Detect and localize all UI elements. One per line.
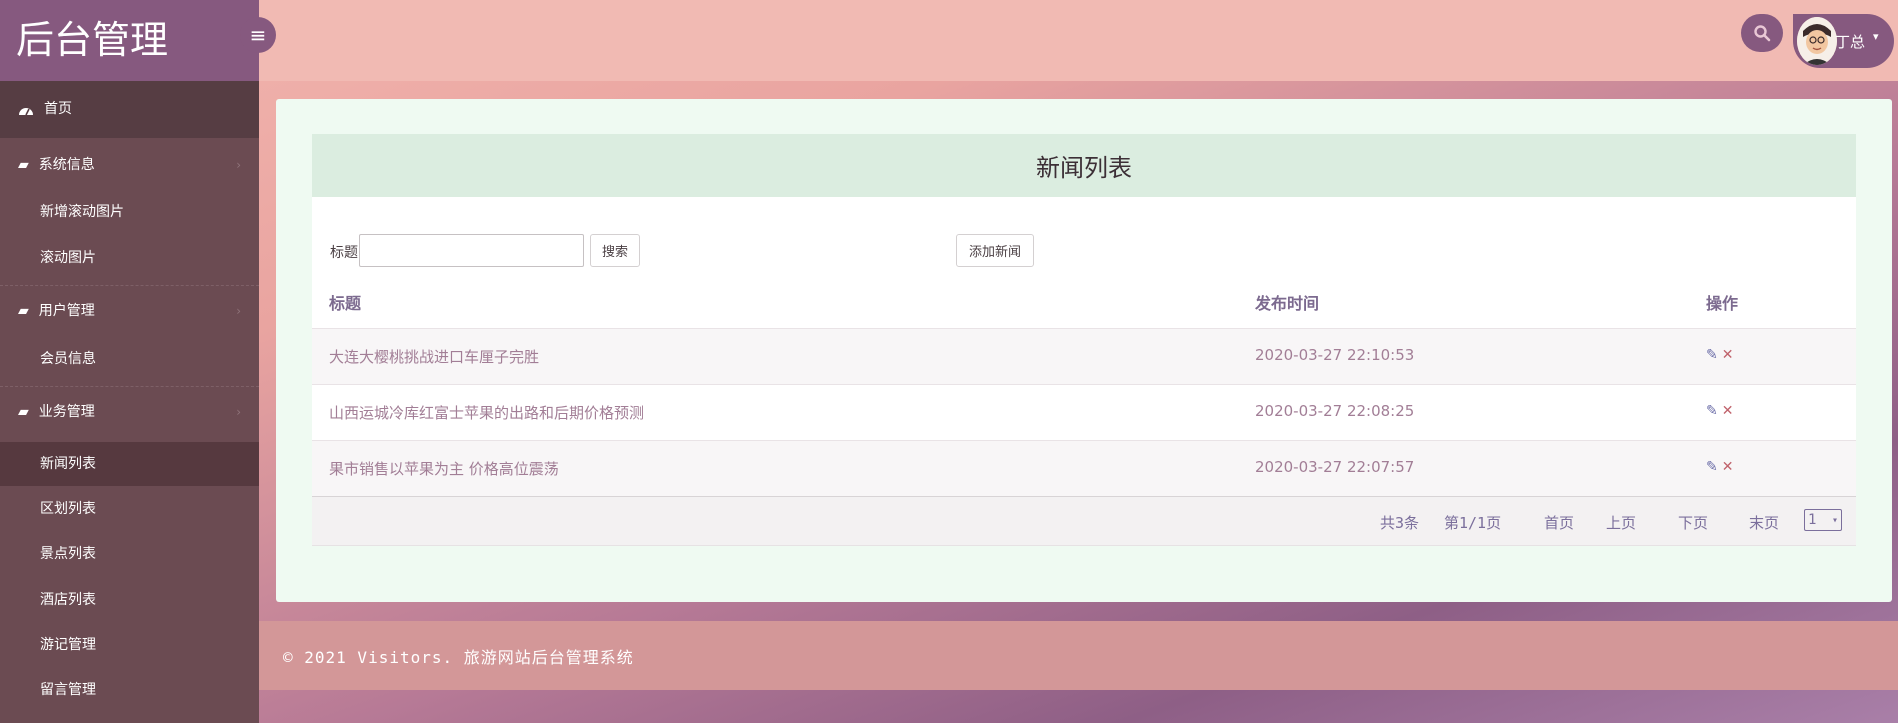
- pagination: 共3条 第1/1页 首页 上页 下页 末页 1 ▾: [312, 496, 1856, 546]
- row-actions: ✎ ✕: [1706, 403, 1733, 419]
- publish-time: 2020-03-27 22:08:25: [1255, 402, 1415, 420]
- sidebar: 首页 ▰ 系统信息 › 新增滚动图片 滚动图片 ▰ 用户管理 › 会员信息 ▰ …: [0, 81, 259, 723]
- sidebar-item-label: 会员信息: [40, 351, 96, 367]
- chevron-down-icon: ▾: [1831, 514, 1838, 526]
- pencil-icon[interactable]: ✎: [1706, 347, 1718, 363]
- sidebar-item-messages[interactable]: 留言管理: [0, 673, 259, 707]
- publish-time: 2020-03-27 22:10:53: [1255, 346, 1415, 364]
- book-icon: ▰: [18, 303, 29, 319]
- chevron-right-icon: ›: [236, 304, 241, 318]
- news-title-link[interactable]: 大连大樱桃挑战进口车厘子完胜: [329, 346, 539, 367]
- caret-down-icon: ▾: [1873, 30, 1879, 43]
- menu-icon: ≡: [249, 23, 267, 47]
- sidebar-item-label: 首页: [44, 101, 72, 117]
- delete-icon[interactable]: ✕: [1722, 459, 1734, 475]
- news-title-link[interactable]: 山西运城冷库红富士苹果的出路和后期价格预测: [329, 402, 644, 423]
- sidebar-group-label: 系统信息: [38, 157, 95, 173]
- row-actions: ✎ ✕: [1706, 459, 1733, 475]
- sidebar-item-home[interactable]: 首页: [0, 81, 259, 138]
- chevron-right-icon: ›: [236, 158, 241, 172]
- sidebar-group-users[interactable]: ▰ 用户管理 ›: [0, 291, 259, 331]
- sidebar-item-add-carousel[interactable]: 新增滚动图片: [0, 195, 259, 229]
- page-select[interactable]: 1 ▾: [1804, 509, 1842, 531]
- book-icon: ▰: [18, 404, 29, 420]
- dashboard-icon: [19, 107, 33, 115]
- search-toggle-button[interactable]: [1741, 14, 1783, 52]
- column-header-time: 发布时间: [1255, 294, 1320, 313]
- sidebar-group-label: 业务管理: [38, 404, 95, 420]
- chevron-right-icon: ›: [236, 405, 241, 419]
- sidebar-item-label: 区划列表: [40, 501, 96, 517]
- top-header: 后台管理 ≡ 丁总 ▾: [0, 0, 1898, 81]
- brand-title: 后台管理: [0, 0, 259, 81]
- sidebar-toggle-button[interactable]: ≡: [240, 17, 276, 53]
- sidebar-item-news-list[interactable]: 新闻列表: [0, 442, 259, 486]
- sidebar-item-attractions[interactable]: 景点列表: [0, 537, 259, 571]
- sidebar-item-label: 留言管理: [40, 682, 96, 698]
- news-panel: 新闻列表 标题: 搜索 添加新闻 标题 发布时间 操作 大连大樱桃挑战进口车厘子…: [312, 134, 1856, 546]
- sidebar-item-hotels[interactable]: 酒店列表: [0, 583, 259, 617]
- page-info: 第1/1页: [1444, 514, 1502, 532]
- prev-page-link[interactable]: 上页: [1606, 512, 1636, 533]
- add-news-button[interactable]: 添加新闻: [956, 234, 1034, 267]
- sidebar-item-label: 新增滚动图片: [40, 204, 124, 220]
- column-header-title: 标题: [329, 294, 362, 313]
- pencil-icon[interactable]: ✎: [1706, 403, 1718, 419]
- table-row: 果市销售以苹果为主 价格高位震荡 2020-03-27 22:07:57 ✎ ✕: [312, 440, 1856, 496]
- footer-copyright: © 2021 Visitors. 旅游网站后台管理系统: [283, 647, 634, 667]
- delete-icon[interactable]: ✕: [1722, 403, 1734, 419]
- publish-time: 2020-03-27 22:07:57: [1255, 458, 1415, 476]
- sidebar-item-label: 酒店列表: [40, 592, 96, 608]
- total-count: 共3条: [1380, 514, 1420, 532]
- user-name: 丁总: [1835, 33, 1866, 51]
- first-page-link[interactable]: 首页: [1544, 512, 1574, 533]
- table-row: 大连大樱桃挑战进口车厘子完胜 2020-03-27 22:10:53 ✎ ✕: [312, 328, 1856, 384]
- delete-icon[interactable]: ✕: [1722, 347, 1734, 363]
- search-icon: [1754, 25, 1771, 42]
- sidebar-group-system[interactable]: ▰ 系统信息 ›: [0, 145, 259, 185]
- search-label: 标题:: [330, 245, 363, 261]
- news-title-link[interactable]: 果市销售以苹果为主 价格高位震荡: [329, 458, 559, 479]
- avatar: [1797, 17, 1837, 65]
- sidebar-item-carousel[interactable]: 滚动图片: [0, 241, 259, 275]
- next-page-link[interactable]: 下页: [1678, 512, 1708, 533]
- sidebar-item-regions[interactable]: 区划列表: [0, 492, 259, 526]
- sidebar-item-label: 景点列表: [40, 546, 96, 562]
- sidebar-item-members[interactable]: 会员信息: [0, 342, 259, 376]
- sidebar-divider: [0, 386, 259, 387]
- page-title: 新闻列表: [312, 134, 1856, 197]
- pencil-icon[interactable]: ✎: [1706, 459, 1718, 475]
- last-page-link[interactable]: 末页: [1749, 512, 1779, 533]
- sidebar-item-label: 游记管理: [40, 637, 96, 653]
- sidebar-item-travelogues[interactable]: 游记管理: [0, 628, 259, 662]
- search-button[interactable]: 搜索: [590, 234, 640, 267]
- sidebar-item-label: 新闻列表: [40, 456, 96, 472]
- row-actions: ✎ ✕: [1706, 347, 1733, 363]
- table-row: 山西运城冷库红富士苹果的出路和后期价格预测 2020-03-27 22:08:2…: [312, 384, 1856, 440]
- sidebar-group-label: 用户管理: [38, 303, 95, 319]
- user-menu[interactable]: 丁总 ▾: [1793, 14, 1894, 68]
- sidebar-group-business[interactable]: ▰ 业务管理 ›: [0, 392, 259, 432]
- search-input[interactable]: [359, 234, 584, 267]
- page-select-value: 1: [1808, 512, 1817, 528]
- footer: © 2021 Visitors. 旅游网站后台管理系统: [259, 621, 1898, 690]
- sidebar-divider: [0, 285, 259, 286]
- sidebar-item-label: 滚动图片: [40, 250, 96, 266]
- book-icon: ▰: [18, 157, 29, 173]
- column-header-actions: 操作: [1706, 294, 1739, 313]
